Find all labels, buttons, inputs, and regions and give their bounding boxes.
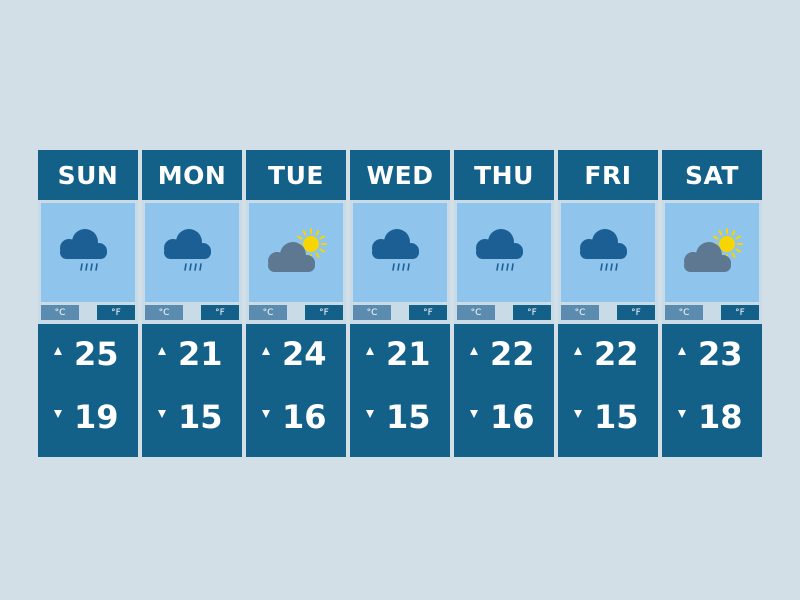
celsius-button[interactable]: °C: [561, 305, 599, 320]
weather-panel: [457, 203, 551, 302]
down-arrow-icon: [158, 410, 166, 418]
day-card-mon: MON °C °F 21 15: [142, 150, 242, 457]
low-temperature-value: 16: [490, 398, 535, 436]
unit-toggle: °C °F: [142, 305, 242, 320]
down-arrow-icon: [262, 410, 270, 418]
celsius-button[interactable]: °C: [457, 305, 495, 320]
fahrenheit-button[interactable]: °F: [305, 305, 343, 320]
weekly-forecast: SUN °C °F 25 19 MON °C °F 21 15 TUE °C °F 24 16 WED °C °F…: [38, 150, 762, 457]
day-card-sat: SAT °C °F 23 18: [662, 150, 762, 457]
unit-toggle: °C °F: [558, 305, 658, 320]
unit-toggle: °C °F: [454, 305, 554, 320]
day-name: MON: [142, 150, 242, 200]
weather-panel: [353, 203, 447, 302]
temperature-panel: 22 15: [558, 324, 658, 457]
low-temperature: 15: [558, 397, 658, 437]
high-temperature-value: 24: [282, 335, 327, 373]
temperature-panel: 22 16: [454, 324, 554, 457]
low-temperature: 19: [38, 397, 138, 437]
weather-panel: [41, 203, 135, 302]
weather-panel: [665, 203, 759, 302]
high-temperature-value: 22: [594, 335, 639, 373]
low-temperature-value: 15: [594, 398, 639, 436]
low-temperature-value: 15: [386, 398, 431, 436]
fahrenheit-button[interactable]: °F: [617, 305, 655, 320]
low-temperature: 15: [350, 397, 450, 437]
weather-panel: [249, 203, 343, 302]
down-arrow-icon: [54, 410, 62, 418]
temperature-panel: 21 15: [142, 324, 242, 457]
low-temperature-value: 15: [178, 398, 223, 436]
unit-toggle: °C °F: [246, 305, 346, 320]
low-temperature-value: 16: [282, 398, 327, 436]
celsius-button[interactable]: °C: [41, 305, 79, 320]
temperature-panel: 21 15: [350, 324, 450, 457]
up-arrow-icon: [366, 347, 374, 355]
high-temperature-value: 25: [74, 335, 119, 373]
day-name: TUE: [246, 150, 346, 200]
temperature-panel: 25 19: [38, 324, 138, 457]
low-temperature: 18: [662, 397, 762, 437]
down-arrow-icon: [574, 410, 582, 418]
unit-toggle: °C °F: [38, 305, 138, 320]
day-name: WED: [350, 150, 450, 200]
down-arrow-icon: [366, 410, 374, 418]
day-name: SUN: [38, 150, 138, 200]
up-arrow-icon: [470, 347, 478, 355]
unit-toggle: °C °F: [662, 305, 762, 320]
day-card-fri: FRI °C °F 22 15: [558, 150, 658, 457]
fahrenheit-button[interactable]: °F: [201, 305, 239, 320]
high-temperature: 22: [558, 334, 658, 374]
day-card-thu: THU °C °F 22 16: [454, 150, 554, 457]
high-temperature: 22: [454, 334, 554, 374]
down-arrow-icon: [678, 410, 686, 418]
day-name: FRI: [558, 150, 658, 200]
day-card-tue: TUE °C °F 24 16: [246, 150, 346, 457]
day-name: SAT: [662, 150, 762, 200]
up-arrow-icon: [678, 347, 686, 355]
day-card-sun: SUN °C °F 25 19: [38, 150, 138, 457]
celsius-button[interactable]: °C: [145, 305, 183, 320]
celsius-button[interactable]: °C: [353, 305, 391, 320]
up-arrow-icon: [262, 347, 270, 355]
day-name: THU: [454, 150, 554, 200]
high-temperature-value: 23: [698, 335, 743, 373]
fahrenheit-button[interactable]: °F: [513, 305, 551, 320]
celsius-button[interactable]: °C: [665, 305, 703, 320]
low-temperature: 16: [454, 397, 554, 437]
temperature-panel: 24 16: [246, 324, 346, 457]
high-temperature-value: 21: [178, 335, 223, 373]
day-card-wed: WED °C °F 21 15: [350, 150, 450, 457]
low-temperature-value: 18: [698, 398, 743, 436]
up-arrow-icon: [574, 347, 582, 355]
high-temperature-value: 22: [490, 335, 535, 373]
high-temperature: 21: [350, 334, 450, 374]
fahrenheit-button[interactable]: °F: [721, 305, 759, 320]
high-temperature-value: 21: [386, 335, 431, 373]
fahrenheit-button[interactable]: °F: [97, 305, 135, 320]
temperature-panel: 23 18: [662, 324, 762, 457]
celsius-button[interactable]: °C: [249, 305, 287, 320]
up-arrow-icon: [158, 347, 166, 355]
low-temperature: 16: [246, 397, 346, 437]
low-temperature-value: 19: [74, 398, 119, 436]
up-arrow-icon: [54, 347, 62, 355]
down-arrow-icon: [470, 410, 478, 418]
weather-panel: [145, 203, 239, 302]
unit-toggle: °C °F: [350, 305, 450, 320]
fahrenheit-button[interactable]: °F: [409, 305, 447, 320]
weather-panel: [561, 203, 655, 302]
high-temperature: 24: [246, 334, 346, 374]
low-temperature: 15: [142, 397, 242, 437]
high-temperature: 21: [142, 334, 242, 374]
high-temperature: 23: [662, 334, 762, 374]
high-temperature: 25: [38, 334, 138, 374]
